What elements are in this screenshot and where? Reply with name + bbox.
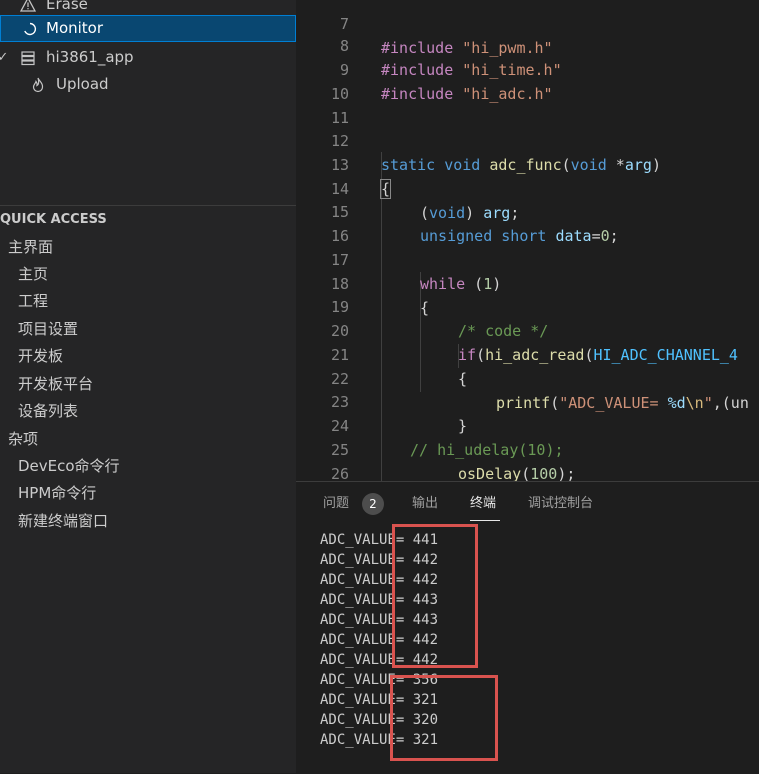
code-line: 18 { (296, 248, 759, 317)
tab-output[interactable]: 输出 (412, 494, 438, 514)
code-line: 13 { (296, 129, 759, 199)
terminal-line: ADC_VALUE= 443 (320, 592, 439, 608)
terminal-line: ADC_VALUE= 356 (320, 672, 439, 688)
terminal-output[interactable]: ADC_VALUE= 441 ADC_VALUE= 442 ADC_VALUE=… (320, 530, 750, 750)
code-line: 19 /* code */ (296, 271, 759, 340)
flame-icon (28, 71, 48, 98)
code-line: 21 { (296, 319, 759, 388)
code-line: 27 (296, 461, 759, 481)
qa-item-board[interactable]: 开发板 (18, 343, 63, 369)
terminal-line: ADC_VALUE= 442 (320, 552, 439, 568)
code-line: 23 } (296, 366, 759, 435)
terminal-line: ADC_VALUE= 321 (320, 732, 439, 748)
tree-item-label: Monitor (46, 19, 104, 37)
qa-item-hpm-cli[interactable]: HPM命令行 (18, 480, 96, 506)
code-line: 12 static void adc_func(void *arg) (296, 105, 759, 174)
terminal-line: ADC_VALUE= 320 (320, 712, 439, 728)
quick-access-header[interactable]: QUICK ACCESS (0, 211, 107, 229)
bottom-panel: 问题 2 输出 终端 调试控制台 ADC_VALUE= 441 ADC_VALU… (296, 481, 759, 774)
terminal-line: ADC_VALUE= 442 (320, 572, 439, 588)
code-line: 20 if(hi_adc_read(HI_ADC_CHANNEL_4 (296, 295, 759, 364)
code-editor[interactable]: 7 #include "hi_pwm.h" 8 #include "hi_tim… (296, 0, 759, 481)
code-line: 16 (296, 200, 759, 245)
terminal-line: ADC_VALUE= 442 (320, 632, 439, 648)
tab-debug-console[interactable]: 调试控制台 (528, 494, 593, 514)
active-tab-indicator (470, 520, 500, 521)
code-line: 15 unsigned short data=0; (296, 176, 759, 245)
code-line: 8 #include "hi_time.h" (296, 10, 759, 79)
terminal-line: ADC_VALUE= 321 (320, 692, 439, 708)
highlight-box (392, 524, 478, 668)
tab-terminal[interactable]: 终端 (470, 494, 496, 514)
qa-item-new-terminal[interactable]: 新建终端窗口 (18, 508, 108, 534)
tree-item-monitor[interactable]: Monitor (0, 15, 296, 42)
qa-item-home[interactable]: 主页 (18, 261, 48, 287)
qa-item-project-settings[interactable]: 项目设置 (18, 316, 78, 342)
code-line: 11 (296, 82, 759, 127)
terminal-line: ADC_VALUE= 443 (320, 612, 439, 628)
tree-item-label: Upload (56, 75, 109, 93)
code-line: 25 osDelay(100); (296, 414, 759, 481)
tree-item-upload[interactable]: Upload (0, 71, 296, 98)
tree-item-label: hi3861_app (46, 48, 134, 66)
code-line: 26 data++; (296, 438, 759, 481)
code-line: 14 (void) arg; (296, 153, 759, 222)
code-line: 9 #include "hi_adc.h" (296, 34, 759, 103)
qa-item-board-platform[interactable]: 开发板平台 (18, 371, 93, 397)
section-divider (0, 205, 296, 206)
code-line: 10 (296, 58, 759, 103)
code-line: 22 printf("ADC_VALUE= %d\n",(un (296, 343, 759, 412)
qa-item-deveco-cli[interactable]: DevEco命令行 (18, 453, 120, 479)
terminal-line: ADC_VALUE= 441 (320, 532, 439, 548)
server-icon (18, 44, 38, 71)
qa-item-device-list[interactable]: 设备列表 (18, 398, 78, 424)
qa-item-project[interactable]: 工程 (18, 288, 48, 314)
tab-problems[interactable]: 问题 (323, 494, 349, 514)
code-line: 24 // hi_udelay(10); (296, 390, 759, 459)
sidebar: Erase Monitor ✓ hi3861_app Upload QUICK … (0, 0, 296, 773)
terminal-line: ADC_VALUE= 442 (320, 652, 439, 668)
qa-group-main[interactable]: 主界面 (8, 234, 53, 260)
problems-count-badge: 2 (362, 493, 384, 515)
code-line: 17 while (1) (296, 224, 759, 293)
highlight-box (390, 675, 498, 761)
tree-item-hi3861-app[interactable]: ✓ hi3861_app (0, 44, 296, 71)
qa-group-misc[interactable]: 杂项 (8, 426, 38, 452)
check-icon: ✓ (0, 50, 9, 65)
monitor-icon (20, 15, 40, 42)
